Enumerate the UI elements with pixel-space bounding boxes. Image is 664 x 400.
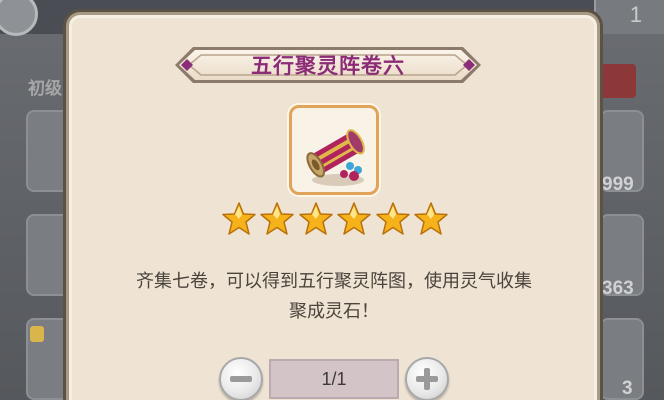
filter-button[interactable]	[600, 64, 636, 98]
item-icon-frame	[289, 105, 379, 195]
slot-count: 999	[602, 174, 634, 195]
lock-icon	[30, 326, 44, 342]
increase-quantity-button[interactable]	[405, 357, 449, 400]
quantity-field[interactable]: 1/1	[269, 359, 399, 399]
star-icon	[414, 202, 448, 235]
description-line: 齐集七卷，可以得到五行聚灵阵图，使用灵气收集	[136, 271, 532, 292]
dialog-title: 五行聚灵阵卷六	[251, 54, 405, 78]
star-icon	[299, 202, 333, 235]
plus-icon	[416, 368, 438, 390]
currency-value: 1	[629, 2, 642, 27]
item-description: 齐集七卷，可以得到五行聚灵阵图，使用灵气收集 聚成灵石！	[89, 267, 579, 327]
slot-count: 363	[602, 278, 634, 299]
star-rating	[221, 201, 449, 241]
decrease-quantity-button[interactable]	[219, 357, 263, 400]
item-detail-dialog: 五行聚灵阵卷六 齐集七卷，可以得到五行聚灵阵图，使用灵气收集 聚成灵石！ 1/1	[66, 12, 600, 400]
minus-icon	[230, 376, 252, 382]
star-icon	[375, 202, 410, 235]
star-icon	[222, 202, 256, 235]
currency-panel: 1	[594, 0, 664, 34]
slot-count: 3	[622, 378, 633, 399]
description-line: 聚成灵石！	[289, 301, 379, 322]
star-icon	[337, 202, 371, 235]
scroll-icon	[306, 129, 365, 186]
star-icon	[260, 202, 295, 235]
category-label: 初级	[28, 79, 62, 99]
title-ribbon: 五行聚灵阵卷六	[175, 43, 481, 87]
